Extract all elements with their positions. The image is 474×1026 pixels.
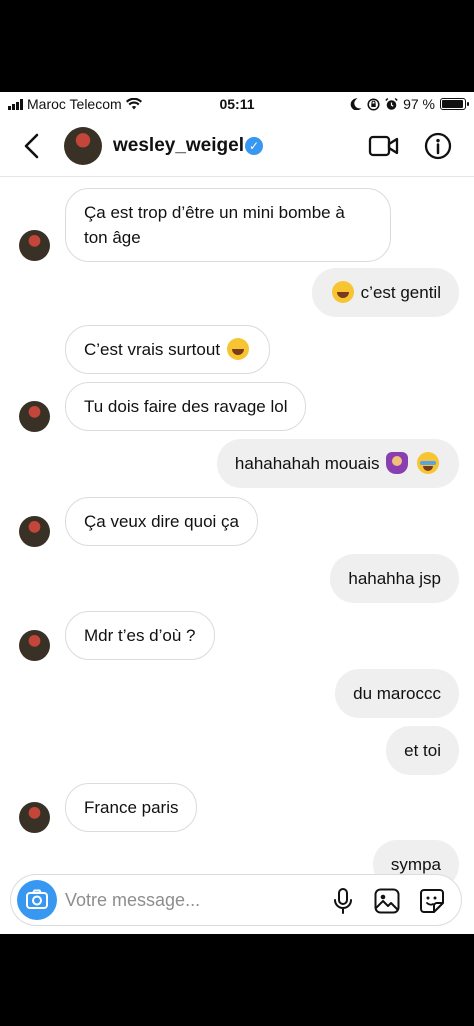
message-text: du maroccc (353, 684, 441, 703)
message-text: hahahha jsp (348, 569, 441, 588)
verified-badge-icon: ✓ (245, 137, 263, 155)
message-text: c’est gentil (360, 283, 441, 302)
message-incoming: France paris (65, 783, 198, 832)
sender-avatar (19, 516, 50, 547)
message-outgoing: hahahha jsp (330, 554, 459, 603)
message-text: France paris (84, 798, 179, 817)
message-input[interactable] (65, 888, 315, 912)
message-incoming: Mdr t’es d’où ? (65, 611, 215, 660)
laughing-crying-emoji-icon (331, 281, 354, 303)
video-call-icon[interactable] (368, 133, 400, 159)
alarm-icon (385, 97, 398, 110)
message-text: Ça est trop d’être un mini bombe à ton â… (84, 203, 345, 247)
battery-icon (440, 98, 469, 110)
status-bar: Maroc Telecom 05:11 97 % (0, 92, 474, 116)
message-text: Mdr t’es d’où ? (84, 626, 196, 645)
message-composer (10, 874, 462, 926)
message-text: hahahahah mouais (234, 454, 380, 473)
orientation-lock-icon (367, 97, 380, 111)
microphone-icon[interactable] (329, 887, 357, 915)
back-chevron-icon[interactable] (16, 130, 48, 162)
profile-avatar[interactable] (64, 127, 102, 165)
message-text: et toi (404, 741, 441, 760)
status-right: 97 % (350, 96, 469, 112)
sender-avatar (19, 802, 50, 833)
laughing-crying-emoji-icon (226, 338, 249, 360)
sender-avatar (19, 230, 50, 261)
moon-icon (350, 98, 362, 110)
chat-screen: Maroc Telecom 05:11 97 % wesley_weigel ✓… (0, 92, 474, 934)
message-outgoing: hahahahah mouais (216, 439, 459, 488)
message-incoming: Ça veux dire quoi ça (65, 497, 258, 546)
camera-icon (26, 889, 48, 909)
message-incoming: Ça est trop d’être un mini bombe à ton â… (65, 188, 391, 262)
message-outgoing: et toi (386, 726, 459, 775)
message-text: Ça veux dire quoi ça (84, 512, 239, 531)
message-outgoing: du maroccc (335, 669, 459, 718)
battery-percent: 97 % (403, 96, 435, 112)
username[interactable]: wesley_weigel (113, 135, 244, 157)
woman-shrugging-emoji-icon (386, 452, 409, 474)
sender-avatar (19, 401, 50, 432)
camera-button[interactable] (17, 880, 57, 920)
message-text: sympa (390, 855, 441, 874)
sticker-icon[interactable] (418, 887, 446, 915)
message-incoming: Tu dois faire des ravage lol (65, 382, 307, 431)
info-icon[interactable] (424, 132, 452, 160)
gallery-icon[interactable] (373, 887, 401, 915)
message-outgoing: c’est gentil (311, 268, 459, 317)
message-incoming: C’est vrais surtout (65, 325, 270, 374)
message-text: Tu dois faire des ravage lol (84, 397, 288, 416)
sender-avatar (19, 630, 50, 661)
message-text: C’est vrais surtout (84, 340, 221, 359)
crying-emoji-icon (417, 452, 439, 474)
conversation-header: wesley_weigel ✓ (0, 116, 474, 177)
